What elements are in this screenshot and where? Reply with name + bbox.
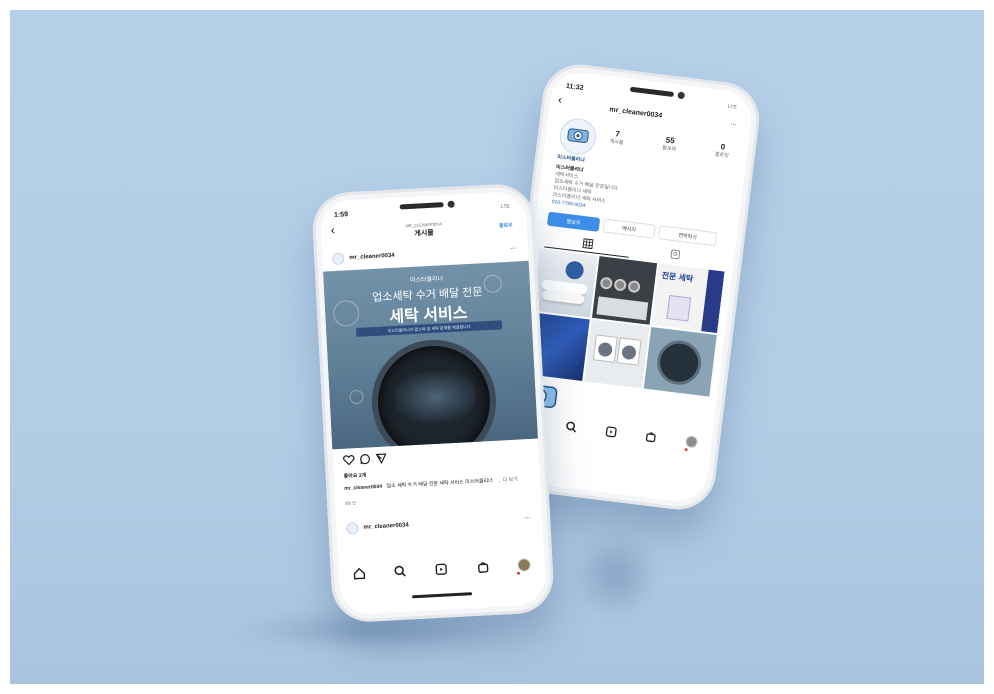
washer-door	[368, 336, 500, 450]
backdrop: 11:32 LTE ‹ mr_cleaner0034 ... 미스터클리너 7 …	[10, 10, 984, 684]
bottom-nav	[338, 550, 545, 587]
status-time: 1:59	[333, 211, 349, 219]
grid-tile-towels[interactable]	[532, 248, 598, 318]
message-button[interactable]: 메시지	[602, 218, 656, 239]
camera	[447, 200, 455, 208]
shop-icon[interactable]	[476, 560, 490, 574]
speaker-notch	[629, 86, 675, 98]
grid-tile-pro-cleaning[interactable]: 전문 세탁	[651, 263, 725, 334]
reels-icon[interactable]	[435, 562, 449, 576]
left-phone: 1:59 LTE ‹ MR_CLEANER0034 게시물 팔로우 mr_cle…	[310, 182, 556, 624]
post-more-icon[interactable]: ...	[510, 243, 516, 250]
stat-following[interactable]: 0 팔로잉	[715, 142, 731, 159]
profile-username: mr_cleaner0034	[609, 106, 663, 120]
likes-count[interactable]: 좋아요 2개	[344, 472, 367, 480]
post-avatar[interactable]	[332, 252, 345, 266]
phone-shadow	[570, 530, 660, 620]
status-time: 11:32	[565, 82, 584, 92]
profile-icon[interactable]	[517, 557, 531, 572]
speaker-notch	[399, 202, 444, 210]
grid-tile-drum[interactable]	[643, 327, 717, 397]
follow-button[interactable]: 팔로우	[546, 211, 601, 232]
contact-button[interactable]: 연락하기	[658, 225, 718, 247]
back-arrow-icon[interactable]: ‹	[558, 94, 563, 106]
grid-tile-washers[interactable]	[584, 319, 650, 389]
post-username[interactable]: mr_cleaner0034	[349, 253, 395, 261]
camera	[677, 91, 686, 100]
post-image[interactable]: 미스터클리너 업소세탁 수거 배달 전문 세탁 서비스 미스터클리너가 업소와 …	[322, 260, 539, 450]
mascot-icon	[567, 128, 589, 143]
caption-more[interactable]: ... 더 보기	[497, 477, 518, 484]
profile-stats: 7 게시물 55 팔로워 0 팔로잉	[609, 129, 731, 159]
logo-text: 미스터클리너	[556, 154, 586, 164]
reels-icon[interactable]	[604, 425, 617, 438]
next-post-username[interactable]: mr_cleaner0034	[363, 522, 409, 530]
tagged-icon[interactable]	[670, 249, 681, 260]
avatar[interactable]	[557, 116, 599, 157]
home-indicator	[412, 592, 473, 599]
follow-link[interactable]: 팔로우	[499, 222, 513, 230]
badge-icon	[564, 260, 585, 281]
status-network: LTE	[500, 203, 510, 211]
post-screen: 1:59 LTE ‹ MR_CLEANER0034 게시물 팔로우 mr_cle…	[319, 190, 547, 616]
comment-icon[interactable]	[360, 453, 372, 465]
stat-followers[interactable]: 55 팔로워	[662, 135, 678, 152]
next-post-avatar[interactable]	[346, 522, 359, 535]
bio: 미스터클리너 세탁서비스 업소세탁 수거 배달 전문입니다 미스터클리너 세탁 …	[551, 164, 619, 210]
more-icon[interactable]: ...	[731, 119, 738, 127]
caption: mr_cleaner0034 업소 세탁 수거 배달 전문 세탁 서비스 미스터…	[344, 476, 519, 492]
heart-icon[interactable]	[343, 454, 356, 466]
status-network: LTE	[727, 103, 738, 111]
search-icon[interactable]	[564, 420, 577, 433]
send-icon[interactable]	[375, 453, 388, 465]
post-time: 8일 전	[344, 500, 356, 506]
grid-tile-machines[interactable]	[591, 256, 658, 325]
next-post-more-icon[interactable]: ...	[524, 513, 530, 520]
profile-icon[interactable]	[684, 435, 699, 449]
search-icon[interactable]	[394, 564, 408, 578]
stat-posts[interactable]: 7 게시물	[609, 129, 625, 146]
grid-icon[interactable]	[582, 238, 594, 250]
shop-icon[interactable]	[645, 430, 658, 443]
home-icon[interactable]	[353, 566, 367, 580]
